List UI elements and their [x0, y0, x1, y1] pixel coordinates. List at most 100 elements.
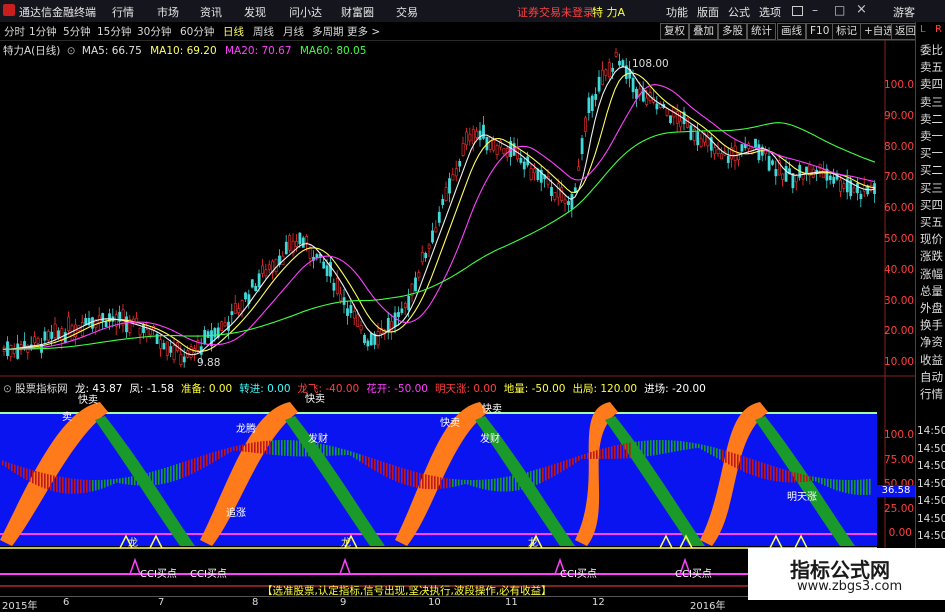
right-panel-r[interactable]: R: [935, 24, 942, 35]
candle-body: [856, 183, 859, 194]
right-panel-item[interactable]: 外盘: [920, 300, 943, 316]
guest-label[interactable]: 游客: [893, 4, 915, 20]
candle-body: [594, 94, 598, 100]
histogram-bar: [539, 468, 541, 484]
right-panel-item[interactable]: 净资: [920, 334, 943, 350]
histogram-bar: [425, 474, 427, 489]
adjust-button[interactable]: 复权: [660, 23, 689, 40]
candle-body: [492, 139, 496, 151]
period-5min[interactable]: 5分钟: [63, 24, 91, 39]
period-1min[interactable]: 1分钟: [29, 24, 57, 39]
histogram-bar: [446, 478, 448, 489]
draw-line-button[interactable]: 画线: [777, 23, 806, 40]
period-timeshare[interactable]: 分时: [4, 24, 25, 39]
menu-discover[interactable]: 发现: [244, 4, 266, 20]
menu-layout[interactable]: 版面: [697, 4, 719, 20]
histogram-bar: [137, 475, 139, 486]
histogram-bar: [764, 463, 766, 480]
menu-trade[interactable]: 交易: [396, 4, 418, 20]
right-panel-item[interactable]: 卖五: [920, 59, 943, 75]
login-status[interactable]: 证券交易未登录: [517, 4, 594, 20]
right-panel-item[interactable]: 买三: [920, 180, 943, 196]
date-label: 2016年: [690, 601, 726, 612]
candle-body: [148, 329, 152, 336]
candle-body: [757, 144, 761, 161]
right-panel-item[interactable]: 行情: [920, 386, 943, 402]
period-monthly[interactable]: 月线: [283, 24, 304, 39]
period-weekly[interactable]: 周线: [253, 24, 274, 39]
candle-body: [529, 168, 533, 180]
right-panel-item[interactable]: 现价: [920, 231, 943, 247]
menu-function[interactable]: 功能: [666, 4, 688, 20]
menu-news[interactable]: 资讯: [200, 4, 222, 20]
right-panel-item[interactable]: 涨幅: [920, 266, 943, 282]
period-60min[interactable]: 60分钟: [180, 24, 214, 39]
maximize-icon[interactable]: □: [834, 3, 845, 17]
f10-button[interactable]: F10: [806, 23, 834, 40]
buy-signal: [129, 557, 141, 575]
right-panel-item[interactable]: 涨跌: [920, 248, 943, 264]
histogram-bar: [557, 462, 559, 475]
candle-body: [206, 331, 210, 338]
close-icon[interactable]: ×: [856, 2, 867, 17]
period-15min[interactable]: 15分钟: [97, 24, 131, 39]
menu-options[interactable]: 选项: [759, 4, 781, 20]
candle-body: [468, 133, 472, 142]
right-panel-item[interactable]: 换手: [920, 317, 943, 333]
period-more[interactable]: 更多 >: [347, 24, 380, 39]
menu-quotes[interactable]: 行情: [112, 4, 134, 20]
overlay-button[interactable]: 叠加: [689, 23, 718, 40]
histogram-bar: [269, 440, 271, 455]
right-panel-item[interactable]: 委比: [920, 42, 943, 58]
candle-body: [417, 272, 421, 278]
menu-market[interactable]: 市场: [157, 4, 179, 20]
histogram-bar: [854, 479, 856, 495]
right-panel-item[interactable]: 买二: [920, 162, 943, 178]
histogram-bar: [434, 476, 436, 490]
period-30min[interactable]: 30分钟: [137, 24, 171, 39]
right-panel-item[interactable]: 卖二: [920, 111, 943, 127]
period-multi[interactable]: 多周期: [312, 24, 344, 39]
multi-stock-button[interactable]: 多股: [718, 23, 747, 40]
candle-body: [369, 333, 373, 346]
settings-icon[interactable]: ⊙: [67, 45, 76, 57]
right-panel-item[interactable]: 卖四: [920, 76, 943, 92]
right-panel-time: 14:50: [917, 477, 945, 490]
candle-body: [33, 336, 37, 344]
candle-body: [482, 124, 485, 139]
histogram-bar: [833, 479, 835, 490]
stats-button[interactable]: 统计: [747, 23, 776, 40]
right-panel-item[interactable]: 卖三: [920, 94, 943, 110]
menu-ask[interactable]: 问小达: [289, 4, 322, 20]
candle-body: [458, 161, 462, 167]
minimize-icon[interactable]: –: [812, 3, 818, 17]
date-label: 10: [428, 597, 441, 608]
menu-wealth[interactable]: 财富圈: [341, 4, 374, 20]
sub-tick: 100.0: [884, 429, 915, 441]
right-panel-item[interactable]: 买五: [920, 214, 943, 230]
right-panel-l[interactable]: L: [920, 24, 926, 35]
histogram-bar: [197, 457, 199, 471]
window-icon[interactable]: [792, 6, 803, 16]
histogram-bar: [569, 458, 571, 467]
price-tick: 80.00: [884, 140, 915, 153]
right-panel-item[interactable]: 买一: [920, 145, 943, 161]
histogram-bar: [95, 479, 97, 491]
right-panel-item[interactable]: 买四: [920, 197, 943, 213]
histogram-bar: [206, 454, 208, 467]
right-panel-item[interactable]: 收益: [920, 352, 943, 368]
candle-body: [550, 187, 553, 197]
period-daily[interactable]: 日线: [223, 24, 244, 39]
histogram-bar: [716, 448, 718, 458]
histogram-bar: [368, 457, 370, 467]
sub-settings-icon[interactable]: ⊙: [3, 383, 12, 395]
right-panel-item[interactable]: 自动: [920, 369, 943, 385]
candle-body: [822, 169, 825, 179]
mark-button[interactable]: 标记: [832, 23, 861, 40]
menu-formula[interactable]: 公式: [728, 4, 750, 20]
right-panel-item[interactable]: 总量: [920, 283, 943, 299]
histogram-bar: [461, 479, 463, 485]
candle-body: [767, 156, 771, 171]
right-panel-item[interactable]: 卖一: [920, 128, 943, 144]
histogram-bar: [548, 465, 550, 480]
